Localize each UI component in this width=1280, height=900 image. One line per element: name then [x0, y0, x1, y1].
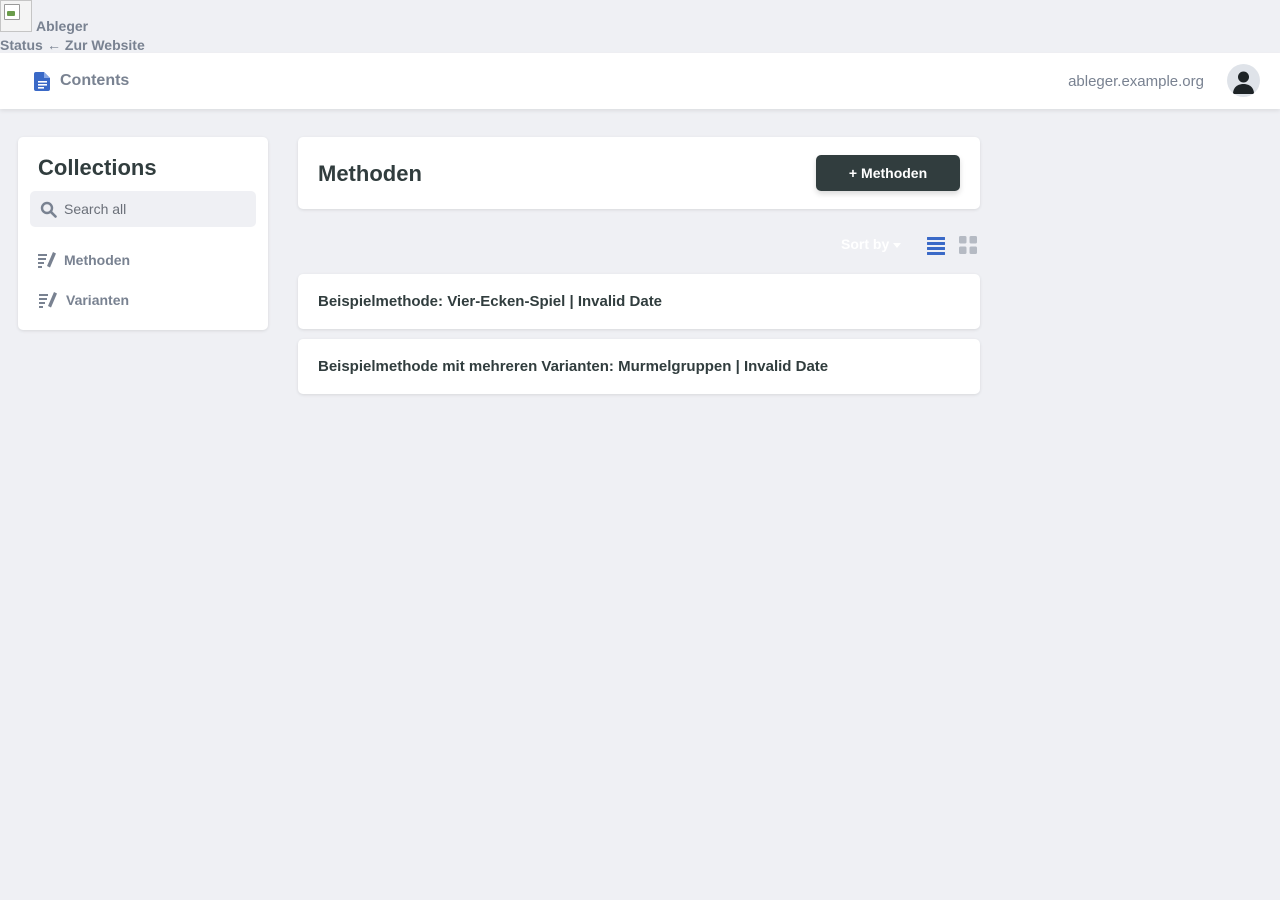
app-bar: Contents ableger.example.org [0, 53, 1280, 109]
nav-contents[interactable]: Contents [34, 70, 129, 92]
list-item[interactable]: Beispielmethode mit mehreren Varianten: … [298, 339, 980, 394]
grid-view-icon[interactable] [958, 235, 978, 255]
user-avatar-icon [1233, 71, 1254, 94]
site-logo-image [0, 0, 32, 32]
caret-down-icon [893, 242, 902, 248]
edit-list-icon [39, 292, 57, 308]
back-to-website-link[interactable]: ← Zur Website [47, 37, 145, 53]
site-url[interactable]: ableger.example.org [1068, 73, 1204, 90]
sidebar-item-varianten[interactable]: Varianten [39, 288, 129, 312]
sort-by-dropdown[interactable]: Sort by [841, 236, 902, 252]
sidebar-title: Collections [38, 155, 157, 180]
collection-header: Methoden + Methoden [298, 137, 980, 209]
search-box [30, 191, 256, 227]
nav-contents-label: Contents [60, 72, 130, 89]
site-header: Ableger Status ← Zur Website [0, 0, 1280, 53]
search-icon [40, 201, 57, 218]
entry-title: Beispielmethode: Vier-Ecken-Spiel | Inva… [318, 293, 663, 310]
sidebar-item-label: Varianten [66, 292, 130, 308]
new-entry-label: Methoden [861, 165, 928, 181]
sidebar-item-label: Methoden [64, 252, 131, 268]
sidebar-item-methoden[interactable]: Methoden [38, 248, 130, 272]
new-entry-button[interactable]: + Methoden [816, 155, 960, 191]
collections-sidebar: Collections Methoden Varianten [18, 137, 268, 330]
list-view-icon[interactable] [926, 235, 946, 255]
plus-icon: + [848, 165, 858, 181]
search-input[interactable] [64, 191, 252, 227]
edit-list-icon [38, 252, 56, 268]
site-name: Ableger [36, 18, 89, 34]
entry-title: Beispielmethode mit mehreren Varianten: … [318, 358, 829, 375]
sort-by-label: Sort by [841, 236, 890, 252]
document-icon [34, 71, 50, 91]
status-link[interactable]: Status [0, 37, 43, 53]
page-title: Methoden [318, 161, 422, 186]
user-avatar-button[interactable] [1227, 64, 1260, 97]
list-item[interactable]: Beispielmethode: Vier-Ecken-Spiel | Inva… [298, 274, 980, 329]
